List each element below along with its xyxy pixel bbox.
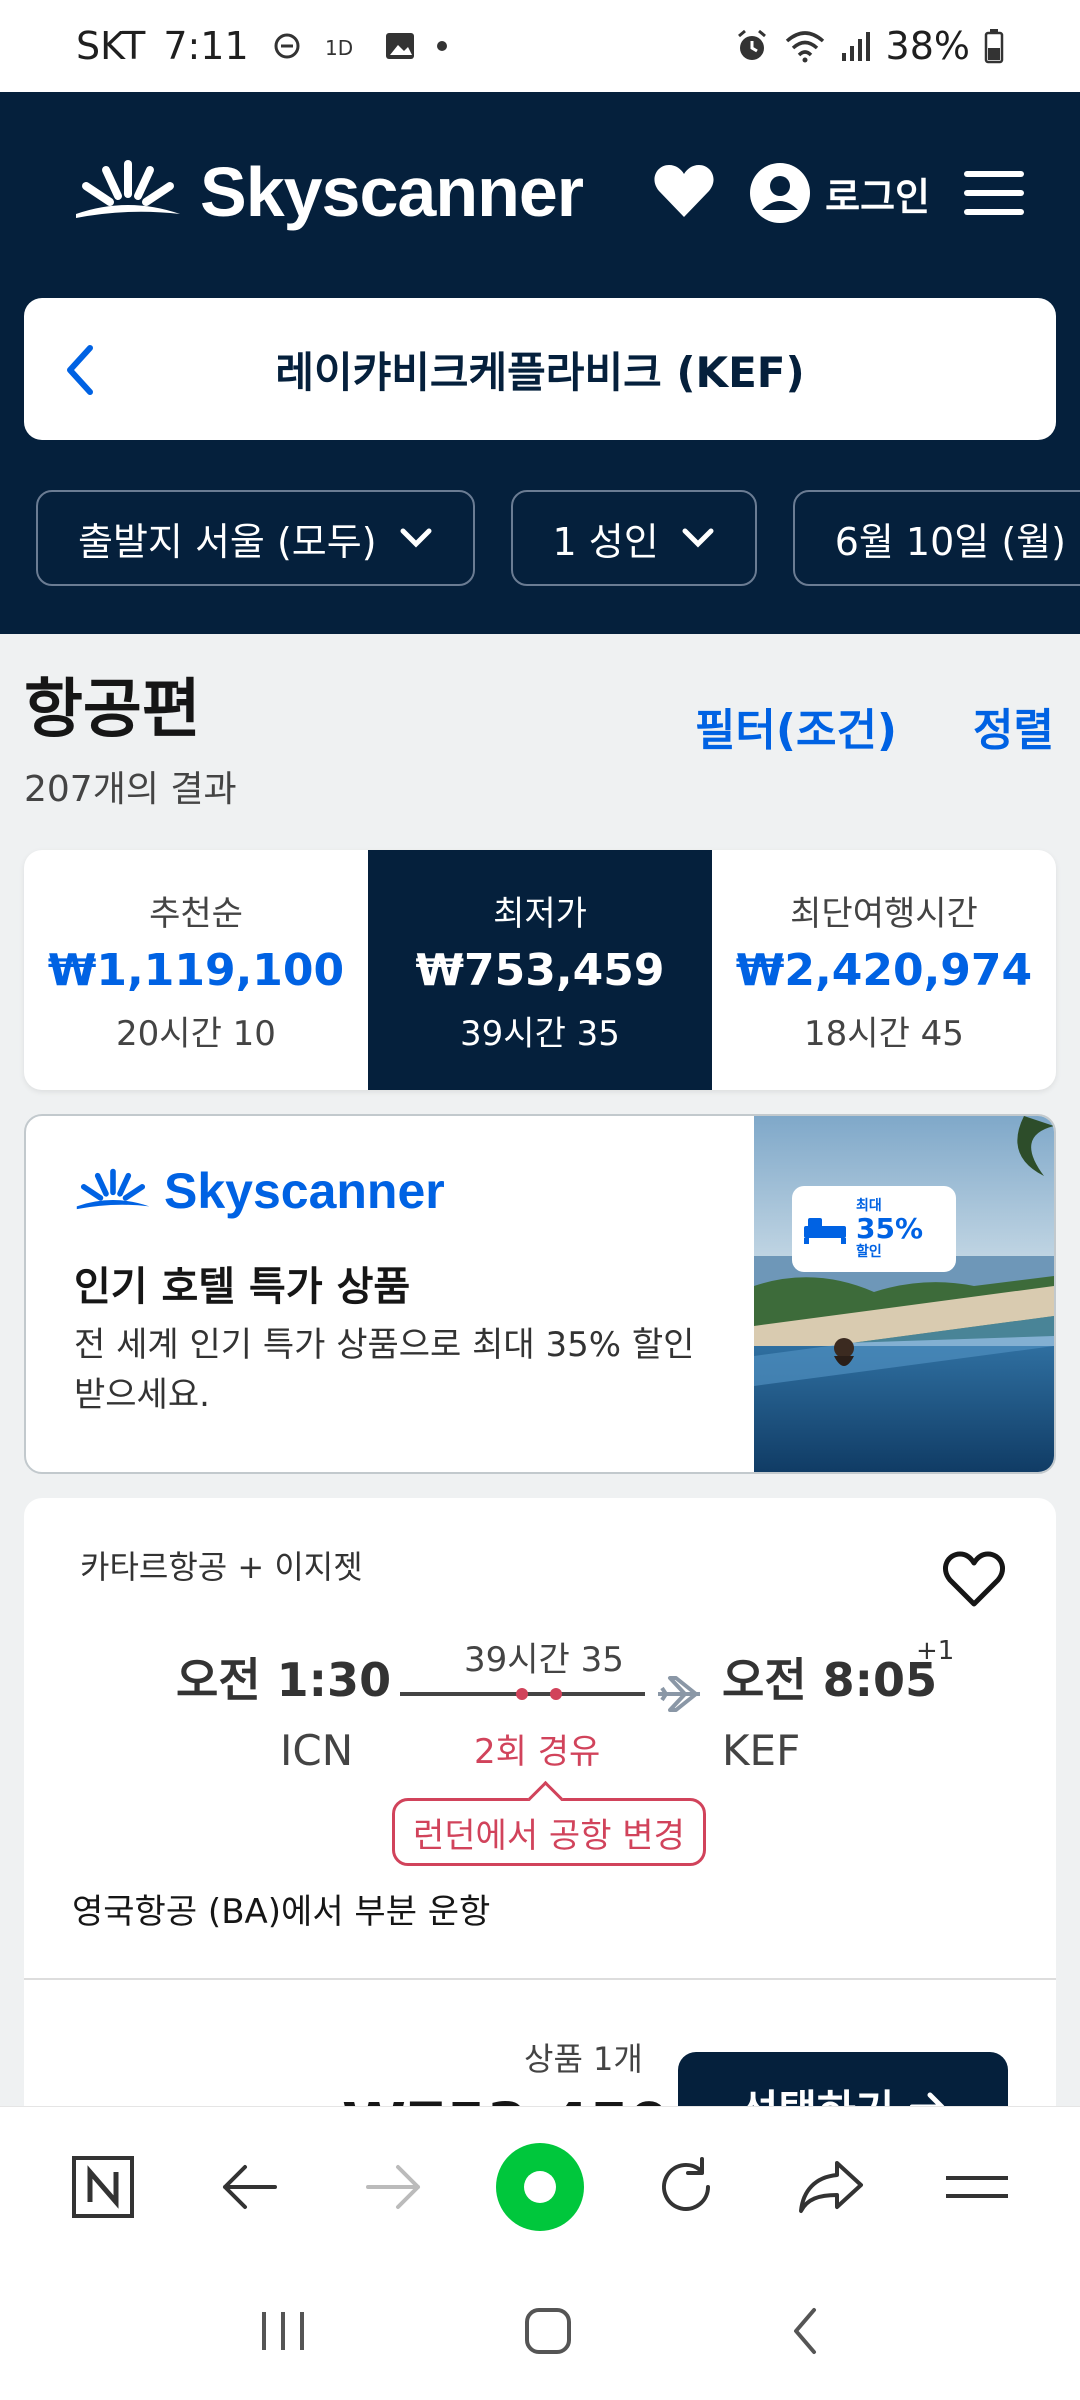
green-dot-icon[interactable] <box>490 2137 590 2237</box>
destination-search-box[interactable]: 레이캬비크케플라비크 (KEF) <box>24 298 1056 440</box>
ad-brand-logo: Skyscanner <box>74 1162 445 1220</box>
origin-chip[interactable]: 출발지 서울 (모두) <box>36 490 475 586</box>
destination-title: 레이캬비크케플라비크 (KEF) <box>275 347 805 397</box>
chip-label: 6월 10일 (월) <box>834 519 1066 564</box>
carrier-label: SKT <box>76 24 146 68</box>
sort-tab-duration: 18시간 45 <box>804 1013 964 1054</box>
data-icon: 1D <box>325 31 365 61</box>
airport-change-warning: 런던에서 공항 변경 <box>392 1798 706 1866</box>
search-chips: 출발지 서울 (모두) 1 성인 6월 10일 (월) <box>36 490 1080 586</box>
battery-icon <box>984 28 1004 64</box>
chevron-down-icon <box>682 528 714 548</box>
result-count: 207개의 결과 <box>24 769 237 810</box>
sort-tab-price: ₩2,420,974 <box>735 944 1033 996</box>
passengers-chip[interactable]: 1 성인 <box>510 490 757 586</box>
sort-tab-label: 최저가 <box>493 893 587 934</box>
login-button[interactable]: 로그인 <box>749 162 930 224</box>
skyscanner-sunburst-icon <box>76 160 180 218</box>
airline-name: 카타르항공 + 이지젯 <box>80 1548 363 1586</box>
plane-icon <box>658 1676 700 1712</box>
hotel-deals-ad[interactable]: Skyscanner 인기 호텔 특가 상품 전 세계 인기 특가 상품으로 최… <box>24 1114 1056 1474</box>
deals-count: 상품 1개 <box>524 2040 643 2078</box>
filter-link[interactable]: 필터(조건) <box>695 694 897 758</box>
sort-tab-best[interactable]: 추천순 ₩1,119,100 20시간 10 <box>24 850 368 1090</box>
sort-tab-cheapest[interactable]: 최저가 ₩753,459 39시간 35 <box>368 850 712 1090</box>
browser-toolbar <box>0 2106 1080 2266</box>
hamburger-menu-icon[interactable] <box>964 171 1024 215</box>
share-icon[interactable] <box>781 2137 881 2237</box>
sort-tab-label: 추천순 <box>149 893 243 934</box>
status-bar: SKT 7:11 1D 38% <box>0 0 1080 92</box>
recent-apps-icon[interactable] <box>258 2308 308 2358</box>
ad-pool-image: 최대 35% 할인 <box>754 1116 1054 1472</box>
route-line <box>400 1676 700 1712</box>
user-icon <box>750 163 811 223</box>
ad-description: 전 세계 인기 특가 상품으로 최대 35% 할인 받으세요. <box>74 1325 695 1415</box>
arrival-day-offset: +1 <box>916 1636 955 1666</box>
ad-title: 인기 호텔 특가 상품 <box>74 1264 411 1310</box>
sort-tab-duration: 39시간 35 <box>460 1013 620 1054</box>
departure-time: 오전 1:30 <box>176 1653 392 1707</box>
chevron-down-icon <box>400 528 432 548</box>
brand-logo[interactable]: Skyscanner <box>72 152 584 232</box>
sort-tab-price: ₩753,459 <box>415 944 665 996</box>
arrival-time: 오전 8:05 <box>722 1653 938 1707</box>
stops-count: 2회 경유 <box>474 1732 601 1772</box>
refresh-icon[interactable] <box>636 2137 736 2237</box>
card-divider <box>24 1978 1056 1980</box>
svg-text:1D: 1D <box>325 36 353 60</box>
flight-result-card[interactable]: 카타르항공 + 이지젯 오전 1:30 ICN 39시간 35 2회 경유 오전… <box>24 1498 1056 2162</box>
airport-change-label: 런던에서 공항 변경 <box>413 1815 685 1856</box>
favorites-heart-icon[interactable] <box>653 163 715 223</box>
date-chip[interactable]: 6월 10일 (월) <box>792 490 1080 586</box>
ad-brand-name: Skyscanner <box>164 1163 445 1219</box>
login-label: 로그인 <box>825 174 930 219</box>
discount-badge: 최대 35% 할인 <box>792 1186 956 1272</box>
naver-home-icon[interactable] <box>53 2137 153 2237</box>
alarm-icon <box>734 28 770 64</box>
badge-bottom: 할인 <box>856 1244 882 1260</box>
arrival-airport: KEF <box>722 1726 801 1775</box>
sort-tab-duration: 20시간 10 <box>116 1013 276 1054</box>
page-title: 항공편 <box>24 673 201 747</box>
operated-by: 영국항공 (BA)에서 부분 운항 <box>72 1892 491 1932</box>
clock: 7:11 <box>163 24 249 68</box>
sort-tab-fastest[interactable]: 최단여행시간 ₩2,420,974 18시간 45 <box>712 850 1056 1090</box>
activity-icon <box>267 29 307 63</box>
sort-tab-price: ₩1,119,100 <box>47 944 345 996</box>
wifi-icon <box>784 29 826 63</box>
sort-tab-label: 최단여행시간 <box>790 893 978 934</box>
menu-icon[interactable] <box>927 2137 1027 2237</box>
sort-tabs: 추천순 ₩1,119,100 20시간 10 최저가 ₩753,459 39시간… <box>24 850 1056 1090</box>
bed-icon <box>804 1218 846 1244</box>
notification-dot-icon <box>435 39 449 53</box>
system-back-icon[interactable] <box>788 2306 822 2360</box>
battery-percent: 38% <box>885 24 970 68</box>
app-header: Skyscanner 로그인 레이캬비크케플라비크 (KEF) 출발지 서울 (… <box>0 92 1080 634</box>
system-nav-bar <box>0 2266 1080 2400</box>
sort-link[interactable]: 정렬 <box>973 694 1054 758</box>
gallery-icon <box>383 29 417 63</box>
save-heart-icon[interactable] <box>942 1550 1006 1612</box>
skyscanner-sunburst-icon <box>76 1168 150 1210</box>
home-icon[interactable] <box>523 2306 573 2360</box>
signal-icon <box>840 29 872 63</box>
badge-value: 35% <box>856 1212 924 1245</box>
departure-airport: ICN <box>280 1726 354 1775</box>
chip-label: 출발지 서울 (모두) <box>78 519 377 564</box>
forward-arrow-icon[interactable] <box>344 2137 444 2237</box>
back-chevron-icon[interactable] <box>60 342 100 402</box>
chip-label: 1 성인 <box>552 519 659 564</box>
back-arrow-icon[interactable] <box>199 2137 299 2237</box>
brand-name: Skyscanner <box>200 153 584 231</box>
